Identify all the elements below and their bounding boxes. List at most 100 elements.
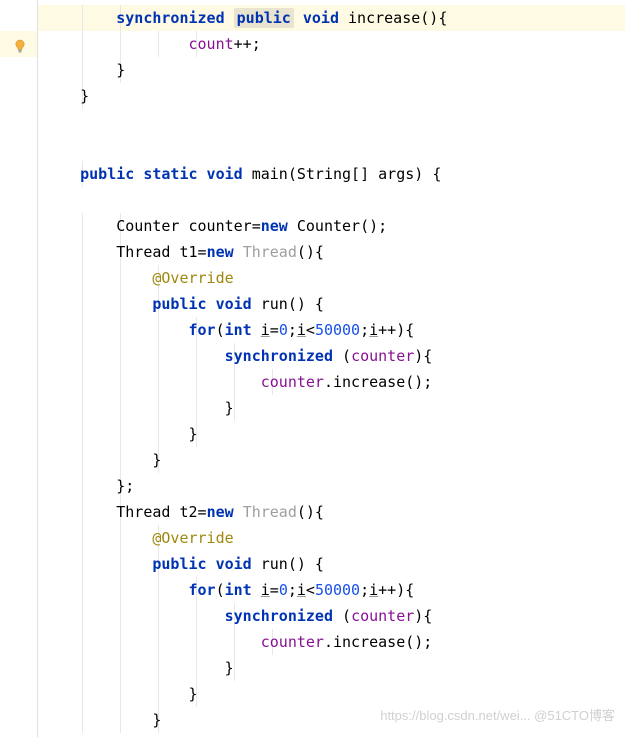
code-token: } xyxy=(116,61,125,79)
code-token xyxy=(294,9,303,27)
code-token: }; xyxy=(116,477,134,495)
code-token: } xyxy=(189,685,198,703)
code-token: = xyxy=(270,321,279,339)
code-token: ){ xyxy=(414,347,432,365)
code-token: Thread t2= xyxy=(116,503,206,521)
code-token: 50000 xyxy=(315,321,360,339)
code-token: i xyxy=(369,581,378,599)
code-token: Thread xyxy=(243,503,297,521)
code-token: new xyxy=(207,243,234,261)
code-token: (){ xyxy=(297,503,324,521)
code-token: counter xyxy=(261,633,324,651)
watermark-text: https://blog.csdn.net/wei... @51CTO博客 xyxy=(380,703,615,729)
code-token: public void xyxy=(152,555,251,573)
code-line[interactable]: count++; xyxy=(38,31,625,57)
code-token: = xyxy=(270,581,279,599)
code-line[interactable]: } xyxy=(38,395,625,421)
code-line[interactable]: } xyxy=(38,83,625,109)
code-token: counter xyxy=(351,607,414,625)
code-line[interactable]: } xyxy=(38,447,625,473)
code-line[interactable]: Thread t1=new Thread(){ xyxy=(38,239,625,265)
code-token: i xyxy=(261,581,270,599)
code-token: ; xyxy=(360,321,369,339)
code-token: run() { xyxy=(252,295,324,313)
code-token: ; xyxy=(360,581,369,599)
code-editor[interactable]: synchronized public void increase(){ cou… xyxy=(0,0,625,737)
code-token: .increase(); xyxy=(324,633,432,651)
code-token: < xyxy=(306,321,315,339)
lightbulb-icon[interactable] xyxy=(13,35,27,61)
code-token: synchronized xyxy=(225,607,333,625)
code-token: for xyxy=(189,321,216,339)
code-token: ++; xyxy=(234,35,261,53)
code-token: ; xyxy=(288,581,297,599)
code-token: } xyxy=(80,87,89,105)
code-token: main(String[] args) { xyxy=(243,165,442,183)
code-line[interactable]: public void run() { xyxy=(38,551,625,577)
code-token: Thread xyxy=(243,243,297,261)
code-token: ++){ xyxy=(378,581,414,599)
code-token: public static void xyxy=(80,165,243,183)
code-token: 50000 xyxy=(315,581,360,599)
code-line[interactable]: @Override xyxy=(38,525,625,551)
code-line[interactable]: public static void main(String[] args) { xyxy=(38,161,625,187)
code-token: new xyxy=(261,217,288,235)
code-token: ( xyxy=(333,347,351,365)
code-token: } xyxy=(189,425,198,443)
code-token: ++){ xyxy=(378,321,414,339)
code-line[interactable]: synchronized (counter){ xyxy=(38,603,625,629)
code-token: } xyxy=(225,659,234,677)
code-line[interactable]: counter.increase(); xyxy=(38,369,625,395)
code-token: counter xyxy=(261,373,324,391)
code-token: i xyxy=(261,321,270,339)
code-token: @Override xyxy=(152,269,233,287)
code-line[interactable]: } xyxy=(38,57,625,83)
code-token: ( xyxy=(216,581,225,599)
code-token: public void xyxy=(152,295,251,313)
code-line[interactable]: synchronized public void increase(){ xyxy=(38,5,625,31)
code-line[interactable]: }; xyxy=(38,473,625,499)
indent-guide xyxy=(234,395,235,421)
code-token: @Override xyxy=(152,529,233,547)
code-line[interactable]: counter.increase(); xyxy=(38,629,625,655)
code-token: } xyxy=(152,451,161,469)
code-token: 0 xyxy=(279,581,288,599)
code-token xyxy=(252,321,261,339)
code-token: void xyxy=(303,9,339,27)
code-token: Counter counter= xyxy=(116,217,261,235)
code-token: synchronized xyxy=(225,347,333,365)
code-line[interactable]: Thread t2=new Thread(){ xyxy=(38,499,625,525)
code-line[interactable]: synchronized (counter){ xyxy=(38,343,625,369)
code-token: } xyxy=(152,711,161,729)
code-token: count xyxy=(189,35,234,53)
code-line[interactable] xyxy=(38,109,625,135)
code-token: increase(){ xyxy=(339,9,447,27)
code-line[interactable]: } xyxy=(38,655,625,681)
code-token: .increase(); xyxy=(324,373,432,391)
code-line[interactable]: for(int i=0;i<50000;i++){ xyxy=(38,317,625,343)
code-token: } xyxy=(225,399,234,417)
code-token: for xyxy=(189,581,216,599)
editor-gutter xyxy=(0,0,38,737)
code-token: int xyxy=(225,581,252,599)
code-token: run() { xyxy=(252,555,324,573)
code-token: (){ xyxy=(297,243,324,261)
code-token: i xyxy=(369,321,378,339)
code-line[interactable]: } xyxy=(38,421,625,447)
code-line[interactable]: Counter counter=new Counter(); xyxy=(38,213,625,239)
code-token: i xyxy=(297,321,306,339)
code-token: Thread t1= xyxy=(116,243,206,261)
code-content[interactable]: synchronized public void increase(){ cou… xyxy=(38,0,625,737)
code-line[interactable] xyxy=(38,187,625,213)
code-token: public xyxy=(234,8,294,28)
indent-guide xyxy=(234,655,235,681)
code-token: < xyxy=(306,581,315,599)
code-line[interactable] xyxy=(38,135,625,161)
code-token: counter xyxy=(351,347,414,365)
code-line[interactable]: for(int i=0;i<50000;i++){ xyxy=(38,577,625,603)
code-token: ( xyxy=(216,321,225,339)
code-line[interactable]: @Override xyxy=(38,265,625,291)
code-token xyxy=(252,581,261,599)
code-token xyxy=(234,503,243,521)
code-line[interactable]: public void run() { xyxy=(38,291,625,317)
